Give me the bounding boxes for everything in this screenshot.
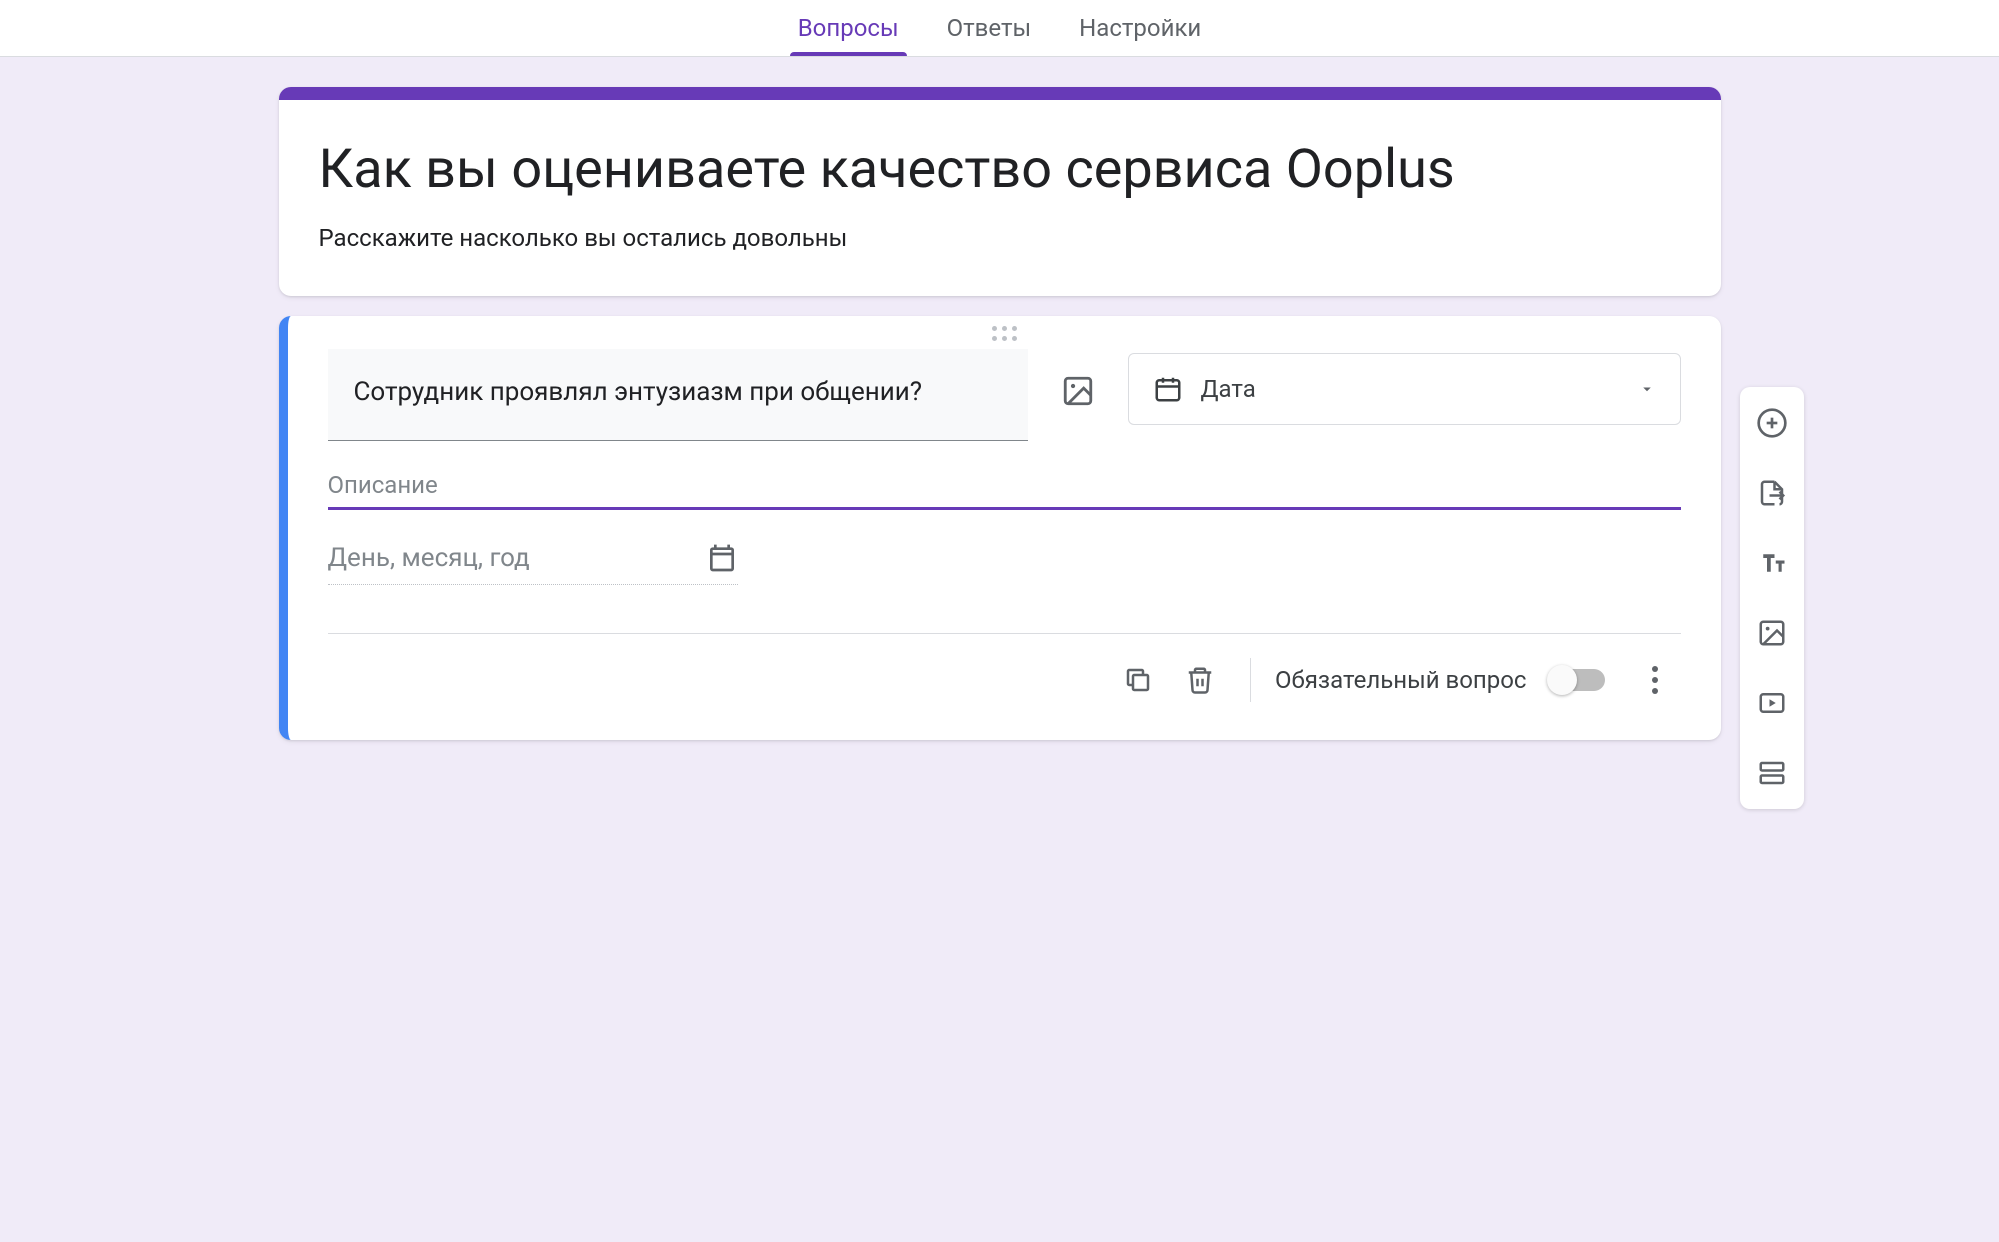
- form-title[interactable]: Как вы оцениваете качество сервиса Ooplu…: [319, 136, 1681, 204]
- calendar-icon: [706, 542, 738, 574]
- question-description-input[interactable]: [328, 471, 1681, 499]
- video-icon: [1757, 688, 1787, 718]
- chevron-down-icon: [1638, 380, 1656, 398]
- date-answer-preview: День, месяц, год: [328, 542, 738, 585]
- question-description-field[interactable]: [328, 465, 1681, 510]
- plus-circle-icon: [1756, 407, 1788, 439]
- import-icon: [1757, 478, 1787, 508]
- tab-settings[interactable]: Настройки: [1079, 14, 1201, 56]
- more-vertical-icon: [1652, 666, 1658, 694]
- top-tabs: Вопросы Ответы Настройки: [0, 0, 1999, 57]
- question-text[interactable]: Сотрудник проявлял энтузиазм при общении…: [354, 373, 1002, 412]
- date-preview-label: День, месяц, год: [328, 543, 530, 573]
- drag-handle[interactable]: [328, 316, 1681, 349]
- question-footer: Обязательный вопрос: [328, 633, 1681, 730]
- side-toolbar: [1740, 387, 1804, 809]
- image-icon: [1757, 618, 1787, 648]
- add-video-button[interactable]: [1750, 681, 1794, 725]
- add-title-button[interactable]: [1750, 541, 1794, 585]
- question-type-label: Дата: [1201, 375, 1256, 403]
- import-questions-button[interactable]: [1750, 471, 1794, 515]
- divider: [1250, 658, 1251, 702]
- trash-icon: [1185, 665, 1215, 695]
- section-icon: [1757, 758, 1787, 788]
- form-description[interactable]: Расскажите насколько вы остались довольн…: [319, 224, 1681, 252]
- add-question-button[interactable]: [1750, 401, 1794, 445]
- duplicate-button[interactable]: [1112, 654, 1164, 706]
- question-type-select[interactable]: Дата: [1128, 353, 1681, 425]
- question-text-field[interactable]: Сотрудник проявлял энтузиазм при общении…: [328, 349, 1028, 441]
- add-image-button[interactable]: [1750, 611, 1794, 655]
- delete-button[interactable]: [1174, 654, 1226, 706]
- tab-questions[interactable]: Вопросы: [798, 14, 899, 56]
- tab-responses[interactable]: Ответы: [947, 14, 1032, 56]
- form-editor: Как вы оцениваете качество сервиса Ooplu…: [0, 57, 1999, 800]
- question-card: Сотрудник проявлял энтузиазм при общении…: [279, 316, 1721, 740]
- drag-icon: [992, 326, 1017, 341]
- required-label: Обязательный вопрос: [1275, 666, 1527, 694]
- copy-icon: [1123, 665, 1153, 695]
- image-icon: [1061, 374, 1095, 408]
- add-section-button[interactable]: [1750, 751, 1794, 795]
- add-image-to-question-button[interactable]: [1056, 369, 1100, 413]
- text-icon: [1757, 548, 1787, 578]
- required-toggle[interactable]: [1549, 669, 1605, 691]
- form-header-card[interactable]: Как вы оцениваете качество сервиса Ooplu…: [279, 87, 1721, 296]
- more-button[interactable]: [1629, 654, 1681, 706]
- calendar-icon: [1153, 374, 1183, 404]
